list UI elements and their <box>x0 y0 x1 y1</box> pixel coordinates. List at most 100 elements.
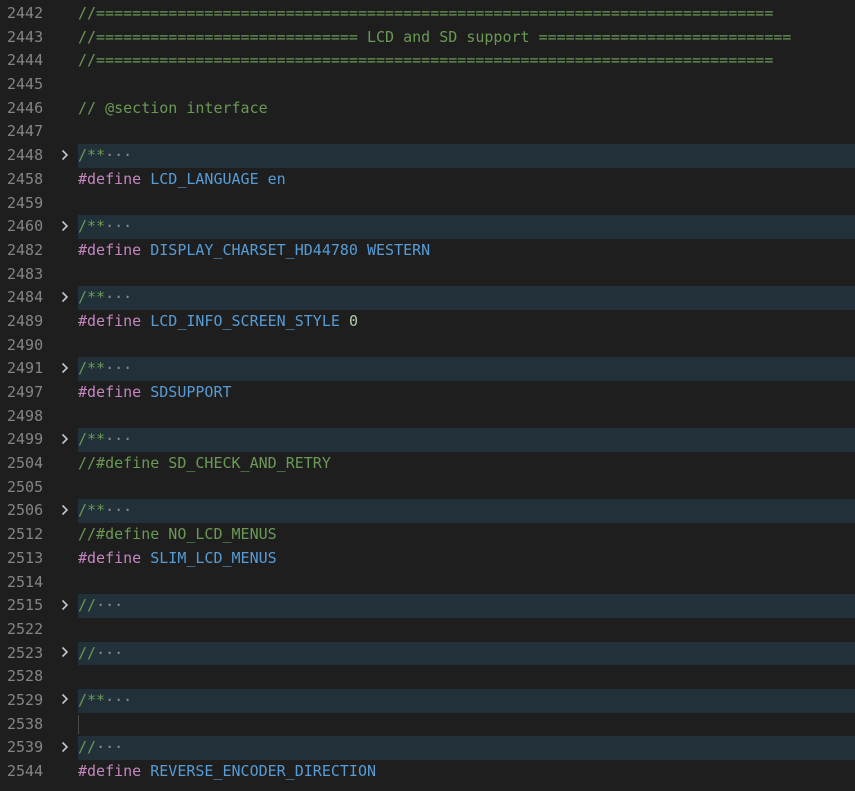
text-cursor <box>78 714 79 734</box>
code-line[interactable]: 2489 #define LCD_INFO_SCREEN_STYLE 0 <box>0 310 855 334</box>
macro-value[interactable]: en <box>268 170 286 188</box>
fold-ellipsis[interactable]: ··· <box>105 430 132 448</box>
chevron-right-icon[interactable] <box>57 736 73 760</box>
macro-name[interactable]: SDSUPPORT <box>150 383 231 401</box>
code-line[interactable]: 2446 // @section interface <box>0 97 855 121</box>
chevron-right-icon[interactable] <box>57 215 73 239</box>
line-number: 2458 <box>7 169 44 188</box>
code-line[interactable]: 2444 //=================================… <box>0 49 855 73</box>
code-comment[interactable]: // @section interface <box>78 97 855 121</box>
chevron-right-icon[interactable] <box>57 286 73 310</box>
define-keyword[interactable]: #define <box>78 549 141 567</box>
define-keyword[interactable]: #define <box>78 762 141 780</box>
code-line[interactable]: 2443 //============================= LCD… <box>0 26 855 50</box>
folded-region[interactable]: 2484 /**··· <box>0 286 855 310</box>
code-editor[interactable]: 2442 //=================================… <box>0 0 855 791</box>
folded-region[interactable]: 2499 /**··· <box>0 428 855 452</box>
chevron-right-icon[interactable] <box>57 594 73 618</box>
chevron-right-icon[interactable] <box>57 642 73 666</box>
code-line[interactable]: 2544 #define REVERSE_ENCODER_DIRECTION <box>0 760 855 784</box>
code-line[interactable]: 2445 <box>0 73 855 97</box>
code-comment[interactable]: //======================================… <box>78 49 855 73</box>
code-line[interactable]: 2459 <box>0 192 855 216</box>
line-number: 2489 <box>7 311 44 330</box>
code-comment[interactable]: /** <box>78 359 105 377</box>
code-line[interactable]: 2522 <box>0 618 855 642</box>
code-comment[interactable]: //============================= LCD and … <box>78 26 855 50</box>
folded-region[interactable]: 2460 /**··· <box>0 215 855 239</box>
macro-value[interactable]: WESTERN <box>367 241 430 259</box>
folded-region[interactable]: 2539 //··· <box>0 736 855 760</box>
code-comment[interactable]: /** <box>78 146 105 164</box>
macro-value[interactable]: 0 <box>349 312 358 330</box>
folded-region[interactable]: 2448 /**··· <box>0 144 855 168</box>
chevron-right-icon[interactable] <box>57 428 73 452</box>
macro-name[interactable]: REVERSE_ENCODER_DIRECTION <box>150 762 376 780</box>
fold-ellipsis[interactable]: ··· <box>105 501 132 519</box>
line-number: 2442 <box>7 4 44 22</box>
line-number: 2528 <box>7 667 44 686</box>
line-number: 2506 <box>7 501 44 520</box>
code-comment[interactable]: //#define SD_CHECK_AND_RETRY <box>78 452 855 476</box>
define-keyword[interactable]: #define <box>78 170 141 188</box>
chevron-right-icon[interactable] <box>57 499 73 523</box>
define-keyword[interactable]: #define <box>78 241 141 259</box>
code-comment[interactable]: //#define NO_LCD_MENUS <box>78 523 855 547</box>
fold-ellipsis[interactable]: ··· <box>105 217 132 235</box>
line-number: 2444 <box>7 51 44 70</box>
fold-ellipsis[interactable]: ··· <box>105 691 132 709</box>
line-number: 2460 <box>7 217 44 236</box>
chevron-right-icon[interactable] <box>57 689 73 713</box>
code-line[interactable]: 2497 #define SDSUPPORT <box>0 381 855 405</box>
code-line[interactable]: 2528 <box>0 665 855 689</box>
code-comment[interactable]: // <box>78 644 96 662</box>
code-comment[interactable]: /** <box>78 691 105 709</box>
fold-ellipsis[interactable]: ··· <box>105 146 132 164</box>
code-line[interactable]: 2442 //=================================… <box>0 2 855 26</box>
fold-ellipsis[interactable]: ··· <box>96 596 123 614</box>
macro-name[interactable]: LCD_INFO_SCREEN_STYLE <box>150 312 340 330</box>
chevron-right-icon[interactable] <box>57 144 73 168</box>
macro-name[interactable]: SLIM_LCD_MENUS <box>150 549 276 567</box>
code-line[interactable]: 2447 <box>0 120 855 144</box>
fold-ellipsis[interactable]: ··· <box>105 288 132 306</box>
line-number: 2497 <box>7 383 44 401</box>
code-comment[interactable]: /** <box>78 288 105 306</box>
define-keyword[interactable]: #define <box>78 312 141 330</box>
code-line[interactable]: 2514 <box>0 571 855 595</box>
code-comment[interactable]: // <box>78 596 96 614</box>
chevron-right-icon[interactable] <box>57 357 73 381</box>
code-comment[interactable]: /** <box>78 430 105 448</box>
code-comment[interactable]: /** <box>78 217 105 235</box>
macro-name[interactable]: LCD_LANGUAGE <box>150 170 258 188</box>
line-number: 2544 <box>7 762 44 780</box>
code-line[interactable]: 2513 #define SLIM_LCD_MENUS <box>0 547 855 571</box>
code-comment[interactable]: //======================================… <box>78 2 855 26</box>
line-number: 2513 <box>7 548 44 567</box>
code-line[interactable]: 2482 #define DISPLAY_CHARSET_HD44780 WES… <box>0 239 855 263</box>
code-comment[interactable]: /** <box>78 501 105 519</box>
code-comment[interactable]: // <box>78 738 96 756</box>
folded-region[interactable]: 2515 //··· <box>0 594 855 618</box>
code-line[interactable]: 2512 //#define NO_LCD_MENUS <box>0 523 855 547</box>
code-line[interactable]: 2505 <box>0 476 855 500</box>
folded-region[interactable]: 2506 /**··· <box>0 499 855 523</box>
code-line[interactable]: 2504 //#define SD_CHECK_AND_RETRY <box>0 452 855 476</box>
fold-ellipsis[interactable]: ··· <box>96 644 123 662</box>
macro-name[interactable]: DISPLAY_CHARSET_HD44780 <box>150 241 358 259</box>
code-line[interactable]: 2458 #define LCD_LANGUAGE en <box>0 168 855 192</box>
define-keyword[interactable]: #define <box>78 383 141 401</box>
line-number: 2505 <box>7 477 44 496</box>
line-number: 2491 <box>7 359 44 378</box>
folded-region[interactable]: 2491 /**··· <box>0 357 855 381</box>
code-line[interactable]: 2490 <box>0 334 855 358</box>
code-line[interactable]: 2538 <box>0 713 855 737</box>
code-line[interactable]: 2483 <box>0 263 855 287</box>
fold-ellipsis[interactable]: ··· <box>96 738 123 756</box>
folded-region[interactable]: 2523 //··· <box>0 641 855 666</box>
line-number: 2539 <box>7 738 44 757</box>
folded-region[interactable]: 2529 /**··· <box>0 688 855 713</box>
line-number: 2512 <box>7 525 44 544</box>
fold-ellipsis[interactable]: ··· <box>105 359 132 377</box>
code-line[interactable]: 2498 <box>0 405 855 429</box>
